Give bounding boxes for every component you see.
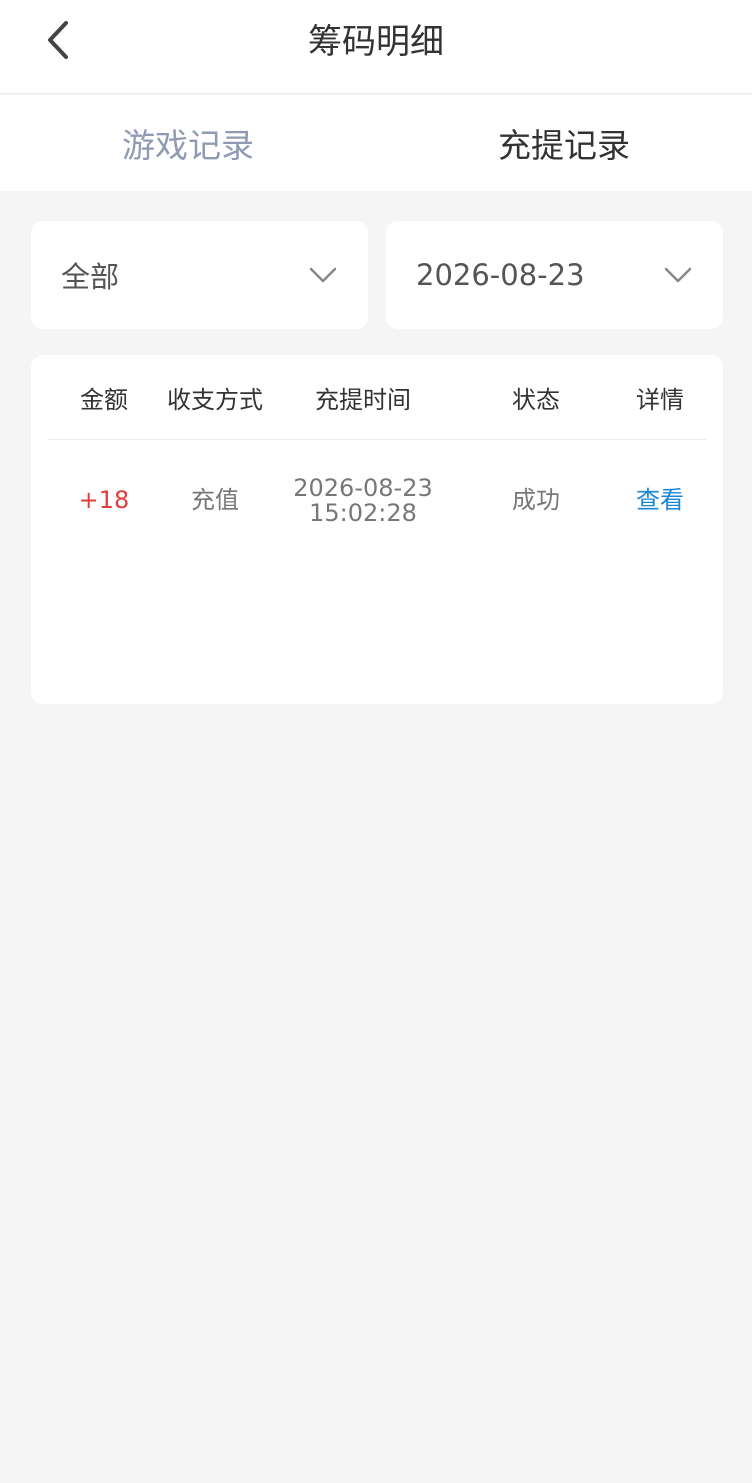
row-status: 成功: [512, 486, 560, 515]
row-amount: +18: [78, 486, 130, 515]
date-filter-dropdown[interactable]: 2026-08-23: [386, 221, 723, 329]
column-header-detail: 详情: [636, 385, 684, 414]
chevron-down-icon: [663, 265, 693, 285]
type-filter-dropdown[interactable]: 全部: [31, 221, 368, 329]
view-detail-link[interactable]: 查看: [618, 441, 702, 561]
tab-game-records[interactable]: 游戏记录: [0, 95, 376, 191]
column-header-time: 充提时间: [315, 385, 411, 414]
app-header: 筹码明细: [0, 0, 752, 94]
column-header-amount: 金额: [80, 385, 128, 414]
page-title: 筹码明细: [308, 21, 444, 62]
column-header-status: 状态: [512, 385, 560, 414]
chevron-down-icon: [308, 265, 338, 285]
row-method: 充值: [191, 486, 239, 515]
type-filter-value: 全部: [61, 260, 120, 294]
date-filter-value: 2026-08-23: [416, 258, 585, 292]
tab-bar: 游戏记录 充提记录: [0, 95, 752, 191]
table-row: +18 充值 2026-08-23 15:02:28 成功 查看: [48, 441, 706, 561]
table-header: 金额 收支方式 充提时间 状态 详情: [48, 355, 706, 440]
row-time: 2026-08-23 15:02:28: [293, 441, 433, 561]
tab-deposit-withdraw-records[interactable]: 充提记录: [376, 95, 752, 191]
row-time-text: 15:02:28: [309, 499, 417, 527]
column-header-method: 收支方式: [167, 385, 263, 414]
records-table: 金额 收支方式 充提时间 状态 详情 +18 充值 2026-08-23 15:…: [31, 355, 723, 704]
row-date-text: 2026-08-23: [293, 473, 433, 502]
